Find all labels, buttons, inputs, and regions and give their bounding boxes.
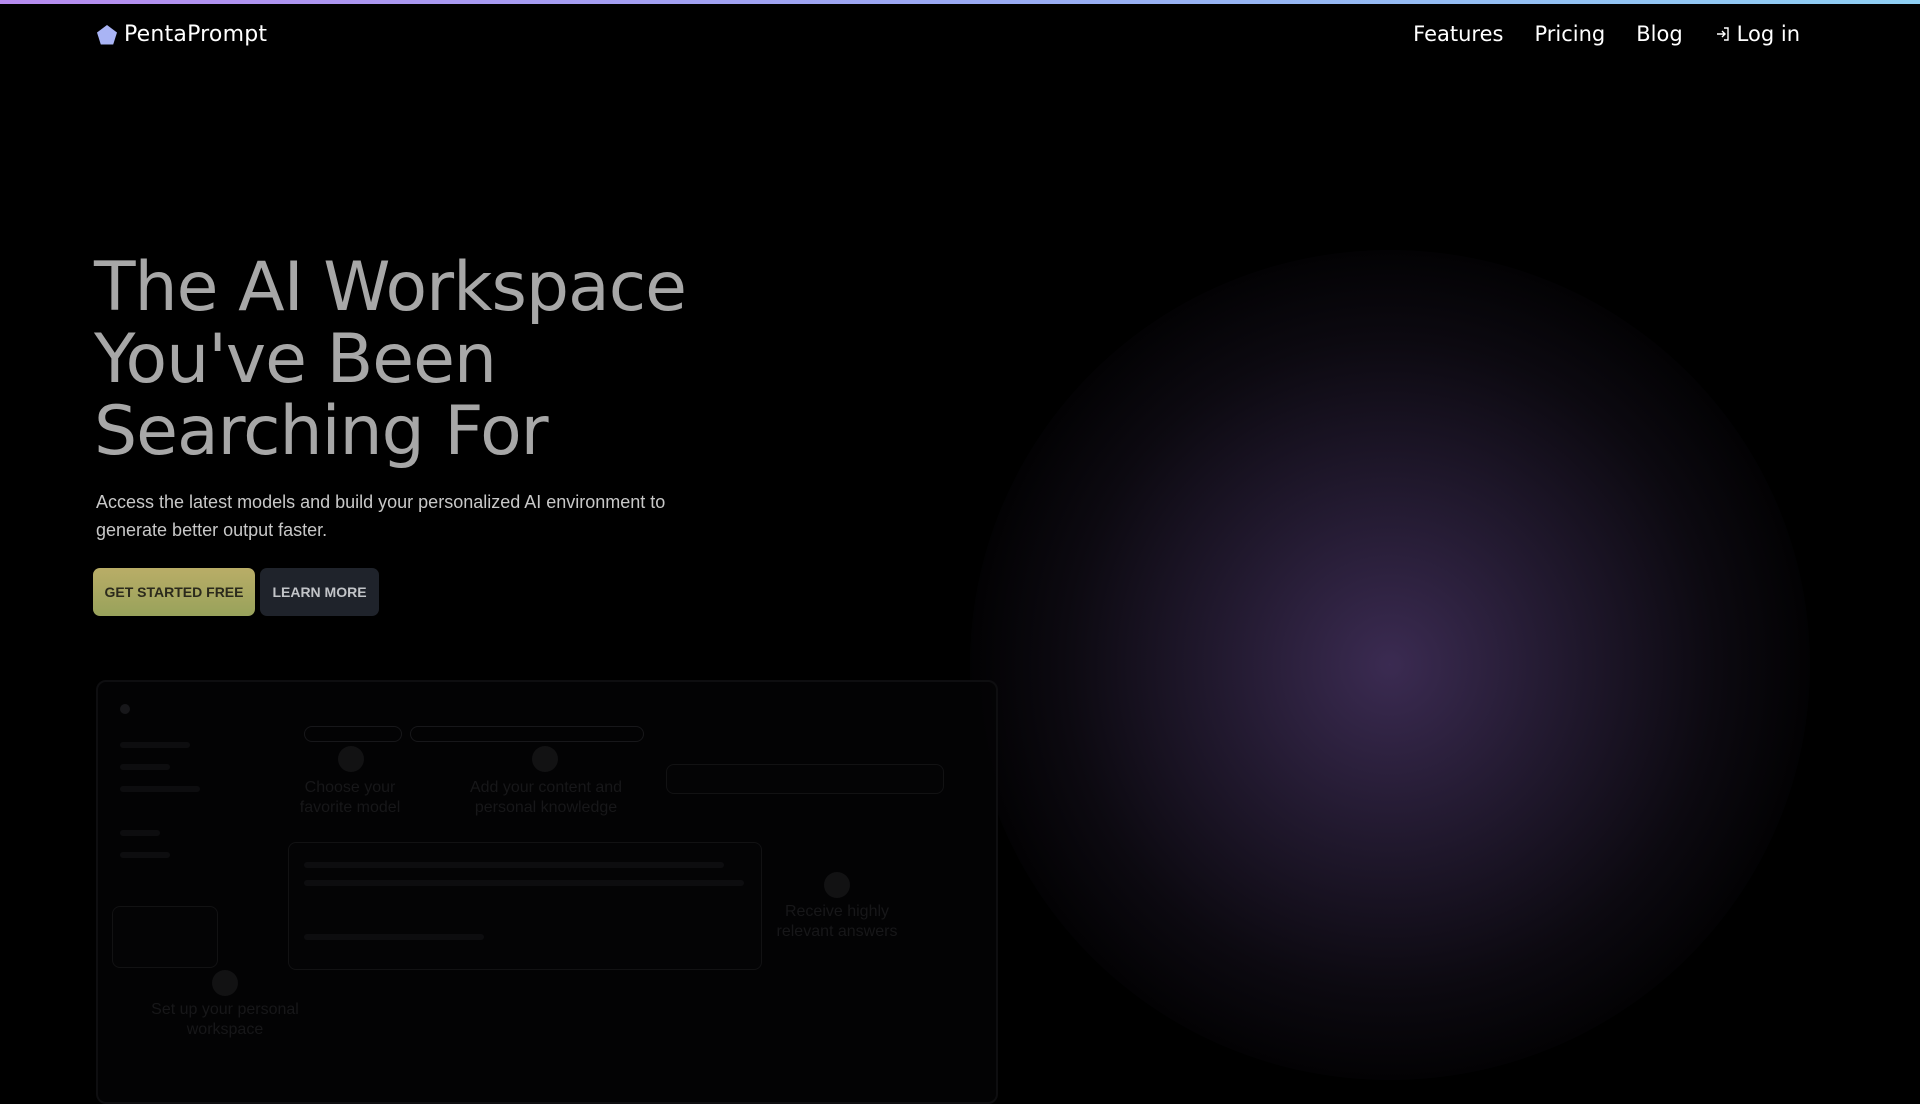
preview-model-pill bbox=[304, 726, 402, 742]
preview-step-number bbox=[824, 872, 850, 898]
get-started-button[interactable]: GET STARTED FREE bbox=[93, 568, 255, 616]
nav-link-features[interactable]: Features bbox=[1413, 22, 1503, 46]
brand-logo-link[interactable]: PentaPrompt bbox=[96, 22, 267, 47]
preview-model-pill bbox=[410, 726, 644, 742]
nav-link-pricing[interactable]: Pricing bbox=[1534, 22, 1605, 46]
hero-title-line-1: The AI Workspace bbox=[94, 248, 687, 327]
preview-chat-line bbox=[304, 862, 724, 868]
login-arrow-icon bbox=[1716, 27, 1729, 41]
navbar: PentaPrompt Features Pricing Blog Log in bbox=[0, 4, 1920, 66]
product-preview: Choose your favorite model Add your cont… bbox=[96, 680, 998, 1104]
hero-title-line-2: You've Been bbox=[94, 320, 497, 399]
login-link[interactable]: Log in bbox=[1715, 22, 1800, 46]
preview-step-number bbox=[532, 746, 558, 772]
preview-sidebar-line bbox=[120, 786, 200, 792]
preview-step-number bbox=[338, 746, 364, 772]
hero-title: The AI Workspace You've Been Searching F… bbox=[94, 252, 734, 468]
hero-subtitle: Access the latest models and build your … bbox=[96, 492, 666, 540]
preview-sidebar-line bbox=[120, 742, 190, 748]
nav-links: Features Pricing Blog Log in bbox=[1382, 22, 1800, 46]
preview-step-1: Set up your personal workspace bbox=[151, 1001, 299, 1038]
preview-chat-line bbox=[304, 934, 484, 940]
pentagon-logo-icon bbox=[97, 24, 117, 44]
preview-step-3: Add your content and personal knowledge bbox=[469, 779, 623, 816]
hero-title-line-3: Searching For bbox=[94, 392, 549, 471]
preview-step-4: Receive highly relevant answers bbox=[776, 903, 898, 940]
preview-chat-line bbox=[304, 880, 744, 886]
login-label: Log in bbox=[1736, 22, 1800, 46]
preview-sidebar-line bbox=[120, 830, 160, 836]
preview-search-bar bbox=[666, 764, 944, 794]
preview-sidebar-line bbox=[120, 764, 170, 770]
preview-sidebar-line bbox=[120, 852, 170, 858]
learn-more-button[interactable]: LEARN MORE bbox=[260, 568, 379, 616]
nav-link-blog[interactable]: Blog bbox=[1636, 22, 1682, 46]
preview-step-number bbox=[212, 970, 238, 996]
background-glow bbox=[970, 250, 1810, 1080]
brand-name: PentaPrompt bbox=[124, 22, 268, 47]
preview-step-2: Choose your favorite model bbox=[299, 779, 401, 816]
preview-window-dot bbox=[120, 704, 130, 714]
preview-workspace-card bbox=[112, 906, 218, 968]
